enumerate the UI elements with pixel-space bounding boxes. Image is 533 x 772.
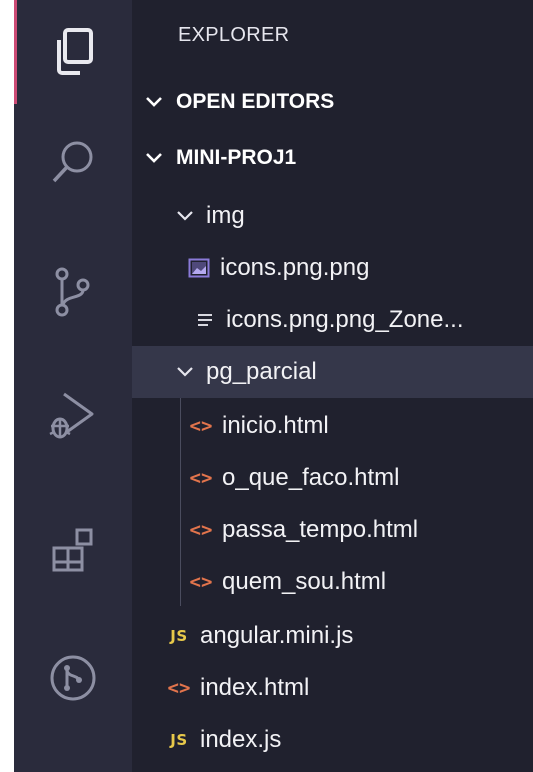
tree-file-icons-png[interactable]: icons.png.png bbox=[132, 242, 533, 294]
tree-item-label: index.html bbox=[200, 674, 310, 701]
sidebar-title: EXPLORER bbox=[178, 24, 290, 46]
tree-folder-pg-parcial[interactable]: pg_parcial bbox=[132, 346, 533, 398]
tree-item-label: icons.png.png_Zone... bbox=[226, 306, 464, 333]
tree-item-label: angular.mini.js bbox=[200, 622, 354, 649]
tree-folder-img[interactable]: img bbox=[132, 190, 533, 242]
explorer-icon[interactable] bbox=[14, 0, 132, 104]
html-file-icon: <> bbox=[189, 415, 213, 437]
chevron-down-icon bbox=[132, 152, 176, 164]
html-file-icon: <> bbox=[189, 519, 213, 541]
tree-item-label: passa_tempo.html bbox=[222, 516, 419, 543]
image-file-icon bbox=[184, 258, 214, 278]
run-debug-icon[interactable] bbox=[14, 364, 132, 468]
tree-file-zone-identifier[interactable]: icons.png.png_Zone... bbox=[132, 294, 533, 346]
project-label: MINI-PROJ1 bbox=[176, 146, 297, 169]
tree-item-label: index.js bbox=[200, 726, 282, 753]
js-file-icon: JS bbox=[170, 731, 188, 749]
html-file-icon: <> bbox=[189, 467, 213, 489]
chevron-down-icon bbox=[132, 96, 176, 108]
tree-item-label: quem_sou.html bbox=[222, 568, 387, 595]
html-file-icon: <> bbox=[167, 677, 191, 699]
activity-bar bbox=[14, 0, 132, 772]
tree-item-label: icons.png.png bbox=[220, 254, 370, 281]
tree-item-label: o_que_faco.html bbox=[222, 464, 400, 491]
tree-file-quem-sou-html[interactable]: <> quem_sou.html bbox=[132, 556, 533, 608]
tree-file-index-html[interactable]: <> index.html bbox=[132, 662, 533, 714]
tree-item-label: pg_parcial bbox=[206, 358, 317, 385]
tree-item-label: img bbox=[206, 202, 245, 229]
explorer-sidebar: EXPLORER OPEN EDITORS MINI-PROJ1 img ico… bbox=[132, 0, 533, 772]
tree-file-index-js[interactable]: JS index.js bbox=[132, 714, 533, 766]
open-editors-label: OPEN EDITORS bbox=[176, 90, 335, 113]
project-header[interactable]: MINI-PROJ1 bbox=[132, 136, 533, 180]
chevron-down-icon bbox=[170, 210, 200, 222]
tree-file-angular-mini-js[interactable]: JS angular.mini.js bbox=[132, 610, 533, 662]
source-control-icon[interactable] bbox=[14, 240, 132, 344]
git-graph-icon[interactable] bbox=[14, 626, 132, 730]
tree-item-label: inicio.html bbox=[222, 412, 329, 439]
extensions-icon[interactable] bbox=[14, 498, 132, 602]
search-icon[interactable] bbox=[14, 110, 132, 214]
tree-file-passa-tempo-html[interactable]: <> passa_tempo.html bbox=[132, 504, 533, 556]
vscode-window: EXPLORER OPEN EDITORS MINI-PROJ1 img ico… bbox=[0, 0, 533, 772]
open-editors-header[interactable]: OPEN EDITORS bbox=[132, 80, 533, 124]
tree-file-o-que-faco-html[interactable]: <> o_que_faco.html bbox=[132, 452, 533, 504]
js-file-icon: JS bbox=[170, 627, 188, 645]
tree-file-inicio-html[interactable]: <> inicio.html bbox=[132, 400, 533, 452]
chevron-down-icon bbox=[170, 366, 200, 378]
html-file-icon: <> bbox=[189, 571, 213, 593]
text-file-icon bbox=[190, 311, 220, 329]
window-edge bbox=[0, 0, 14, 772]
